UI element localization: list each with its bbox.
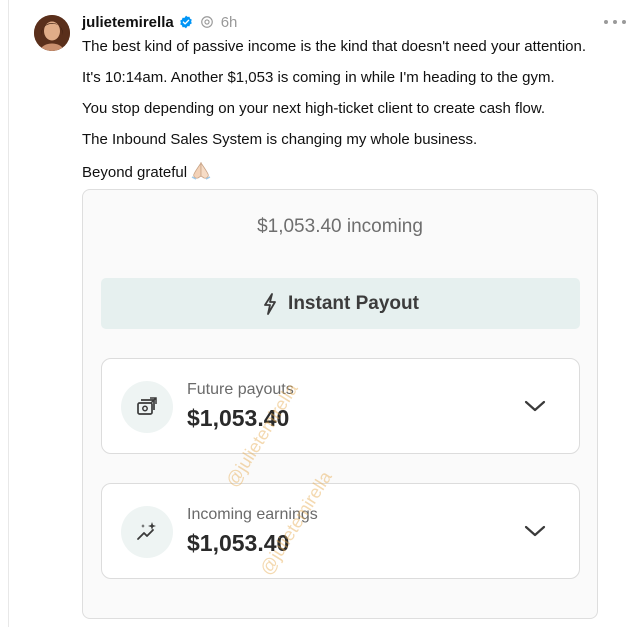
payouts-icon — [121, 381, 173, 433]
sparkle-trend-icon — [121, 506, 173, 558]
post-text-line: You stop depending on your next high-tic… — [82, 100, 546, 117]
avatar-image — [34, 15, 70, 51]
more-options-icon[interactable] — [604, 12, 626, 32]
username[interactable]: julietemirella — [82, 14, 174, 31]
instant-payout-label: Instant Payout — [288, 292, 419, 314]
future-payouts-row[interactable]: Future payouts $1,053.40 — [101, 358, 580, 454]
post-header: julietemirella 6h — [82, 12, 237, 32]
verified-badge-icon — [179, 15, 192, 29]
chevron-down-icon[interactable] — [524, 397, 546, 415]
thread-divider — [8, 0, 9, 627]
post-text: Beyond grateful — [82, 164, 188, 181]
post-time: 6h — [220, 13, 238, 31]
lightning-icon — [264, 292, 276, 315]
incoming-amount-text: $1,053.40 incoming — [257, 216, 423, 237]
post-text-line-last: Beyond grateful — [82, 162, 212, 181]
instant-payout-button[interactable]: Instant Payout — [101, 278, 580, 329]
post-text-line: It's 10:14am. Another $1,053 is coming i… — [82, 69, 555, 86]
post-text-line: The best kind of passive income is the k… — [82, 38, 587, 55]
post-text-line: The Inbound Sales System is changing my … — [82, 131, 478, 148]
incoming-earnings-row[interactable]: Incoming earnings $1,053.40 — [101, 483, 580, 579]
folded-hands-emoji — [191, 162, 211, 180]
chevron-down-icon[interactable] — [524, 522, 546, 540]
payout-card: $1,053.40 incoming Instant Payout Future… — [82, 189, 598, 619]
avatar[interactable] — [34, 15, 70, 51]
threads-icon — [200, 16, 213, 28]
